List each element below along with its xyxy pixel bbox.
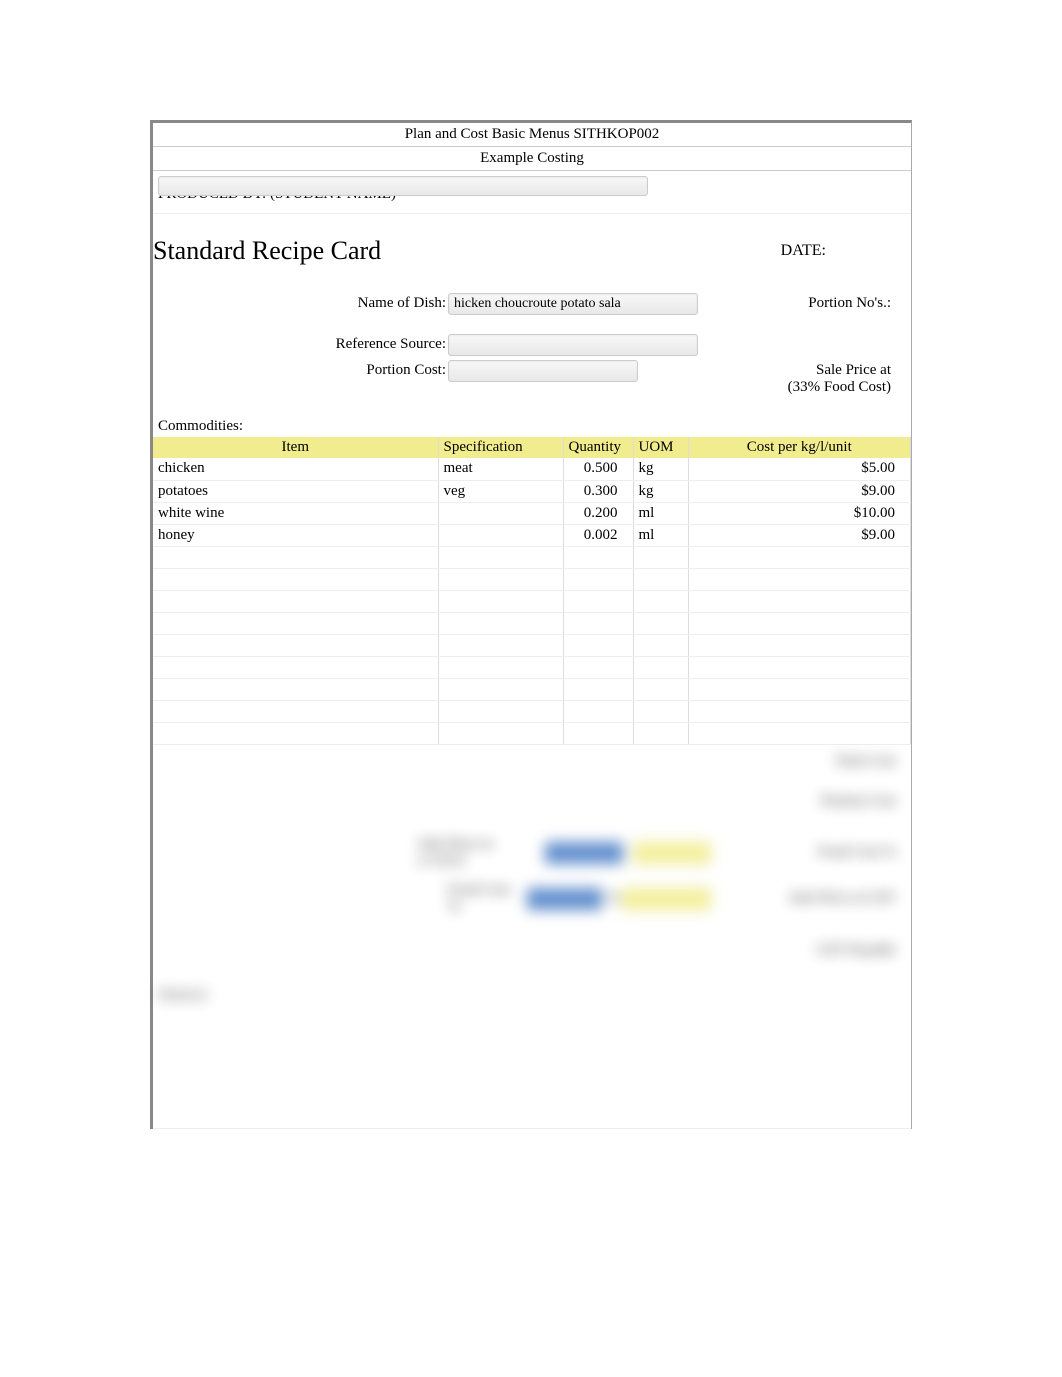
cell-spec[interactable]: veg [438,480,563,502]
reference-source-label: Reference Source: [158,334,448,353]
portion-cost-summary-label: Portion Cost [821,793,896,810]
cell-cost[interactable]: $5.00 [688,458,911,480]
portion-nos-label: Portion No's.: [698,293,906,312]
header-uom: UOM [633,437,688,458]
header-line-1: Plan and Cost Basic Menus SITHKOP002 [153,123,911,147]
food-cost-pct-right-label: Food Cost % [818,844,896,860]
method-label: Method: [153,967,911,1009]
table-row [153,568,911,590]
header-quantity: Quantity [563,437,633,458]
cell-spec[interactable]: meat [438,458,563,480]
commodities-label: Commodities: [153,398,911,437]
cell-spec[interactable] [438,524,563,546]
bottom-spacer [153,1009,911,1129]
reference-source-input[interactable] [448,334,698,356]
total-cost-label: Total Cost [834,753,896,770]
food-cost-pct-input[interactable] [527,888,602,910]
table-row [153,656,911,678]
sale-price-label-2: (33% Food Cost) [698,379,891,396]
produced-by-input[interactable] [158,176,648,196]
sale-price-gst-yellow[interactable] [633,842,711,864]
page-title: Standard Recipe Card [153,236,381,266]
table-row [153,546,911,568]
cell-qty[interactable]: 0.002 [563,524,633,546]
cell-uom[interactable]: ml [633,502,688,524]
blurred-summary-area: Total Cost Portion Cost Sale Price at (+… [153,745,911,1009]
name-of-dish-input[interactable]: hicken choucroute potato sala [448,293,698,315]
cell-uom[interactable]: ml [633,524,688,546]
percent-sign: % [607,890,620,907]
sale-price-gst-right-label: Sale Price at GST [789,890,896,906]
cell-uom[interactable]: kg [633,458,688,480]
header-item: Item [153,437,438,458]
table-row [153,634,911,656]
table-row [153,700,911,722]
sale-price-label-1: Sale Price at [698,362,891,379]
cell-cost[interactable]: $9.00 [688,524,911,546]
name-of-dish-label: Name of Dish: [158,293,448,312]
reference-source-row: Reference Source: [153,332,911,358]
recipe-card-container: Plan and Cost Basic Menus SITHKOP002 Exa… [150,120,912,1129]
table-row [153,678,911,700]
table-row: potatoes veg 0.300 kg $9.00 [153,480,911,502]
header-cost: Cost per kg/l/unit [688,437,911,458]
cell-cost[interactable]: $10.00 [688,502,911,524]
name-of-dish-value: hicken choucroute potato sala [454,296,621,312]
table-row: white wine 0.200 ml $10.00 [153,502,911,524]
table-row: honey 0.002 ml $9.00 [153,524,911,546]
portion-cost-input[interactable] [448,360,638,382]
food-cost-pct-label: Food Cost % [448,882,522,916]
food-cost-yellow[interactable] [622,888,711,910]
table-row [153,590,911,612]
table-header-row: Item Specification Quantity UOM Cost per… [153,437,911,458]
cell-uom[interactable]: kg [633,480,688,502]
cell-item[interactable]: chicken [153,458,438,480]
sale-price-gst-label: Sale Price at (+GST) [418,836,540,870]
cell-item[interactable]: white wine [153,502,438,524]
table-row: chicken meat 0.500 kg $5.00 [153,458,911,480]
title-row: Standard Recipe Card DATE: [153,211,911,291]
cell-item[interactable]: honey [153,524,438,546]
cell-spec[interactable] [438,502,563,524]
cell-qty[interactable]: 0.500 [563,458,633,480]
name-of-dish-row: Name of Dish: hicken choucroute potato s… [153,291,911,317]
table-row [153,722,911,744]
cell-cost[interactable]: $9.00 [688,480,911,502]
cell-qty[interactable]: 0.200 [563,502,633,524]
table-row [153,612,911,634]
sale-price-gst-input[interactable] [545,842,623,864]
header-line-2: Example Costing [153,147,911,171]
commodities-table: Item Specification Quantity UOM Cost per… [153,437,911,745]
cell-item[interactable]: potatoes [153,480,438,502]
gst-payable-label: GST Payable [817,942,896,959]
header-specification: Specification [438,437,563,458]
cell-qty[interactable]: 0.300 [563,480,633,502]
date-label: DATE: [781,242,906,260]
portion-cost-row: Portion Cost: Sale Price at (33% Food Co… [153,358,911,398]
portion-cost-label: Portion Cost: [158,360,448,379]
